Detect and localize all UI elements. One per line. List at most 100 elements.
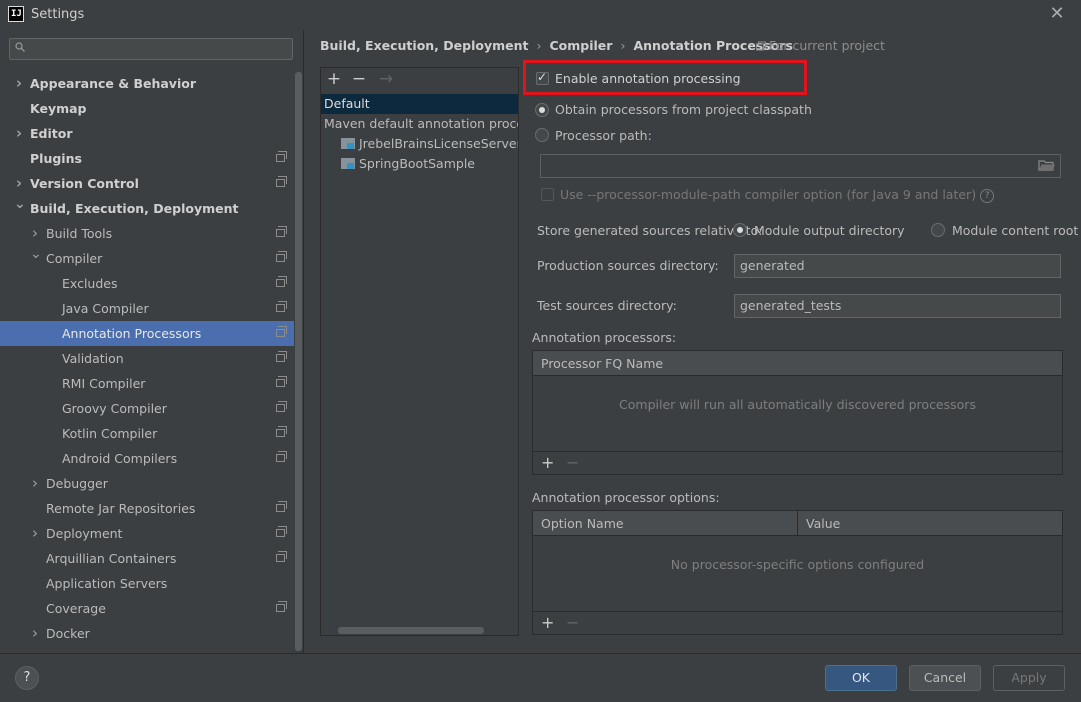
- help-button[interactable]: ?: [15, 666, 39, 690]
- test-sources-input[interactable]: generated_tests: [734, 294, 1061, 318]
- processor-path-label[interactable]: Processor path:: [555, 128, 652, 143]
- apply-button[interactable]: Apply: [993, 665, 1065, 691]
- profile-item-label: SpringBootSample: [359, 156, 475, 171]
- sidebar-item[interactable]: Annotation Processors: [0, 321, 294, 346]
- test-sources-label: Test sources directory:: [537, 298, 677, 313]
- processor-path-field[interactable]: [540, 154, 1061, 178]
- module-output-directory-radio[interactable]: [733, 223, 747, 237]
- remove-processor-button[interactable]: −: [566, 453, 579, 472]
- browse-folder-icon[interactable]: [1038, 158, 1056, 172]
- sidebar-item[interactable]: › Deployment: [0, 521, 294, 546]
- sidebar-item-label: Build Tools: [46, 226, 113, 241]
- remove-profile-button[interactable]: −: [350, 69, 368, 89]
- sidebar-item-label: Plugins: [30, 151, 82, 166]
- sidebar-item-label: Debugger: [46, 476, 108, 491]
- module-folder-icon: [341, 138, 355, 149]
- breadcrumb-separator: ›: [620, 38, 626, 53]
- help-icon[interactable]: ?: [980, 189, 995, 203]
- profiles-horizontal-scrollbar[interactable]: [338, 627, 484, 634]
- profile-item[interactable]: JrebelBrainsLicenseServerforJava: [321, 134, 518, 154]
- processor-path-radio[interactable]: [535, 128, 549, 142]
- window-title: Settings: [31, 7, 85, 22]
- profile-item[interactable]: Default: [321, 94, 518, 114]
- sidebar-item[interactable]: › Docker: [0, 621, 294, 646]
- processor-fq-name-header[interactable]: Processor FQ Name: [533, 351, 1062, 376]
- sidebar-item[interactable]: › Debugger: [0, 471, 294, 496]
- project-level-icon: [276, 401, 287, 412]
- search-input[interactable]: [9, 38, 293, 60]
- value-header[interactable]: Value: [798, 511, 1062, 536]
- sidebar-item-label: Deployment: [46, 526, 123, 541]
- module-output-directory-label[interactable]: Module output directory: [754, 223, 905, 238]
- production-sources-label: Production sources directory:: [537, 258, 719, 273]
- sidebar-item[interactable]: Arquillian Containers: [0, 546, 294, 571]
- store-generated-label: Store generated sources relative to:: [537, 223, 763, 238]
- sidebar-item[interactable]: Android Compilers: [0, 446, 294, 471]
- processor-options-title: Annotation processor options:: [532, 490, 720, 505]
- chevron-right-icon[interactable]: ›: [30, 471, 40, 496]
- sidebar-item[interactable]: Java Compiler: [0, 296, 294, 321]
- profile-item[interactable]: Maven default annotation processors prof…: [321, 114, 518, 134]
- processor-options-empty-text: No processor-specific options configured: [670, 557, 925, 572]
- annotation-processors-toolbar: + −: [533, 451, 1062, 475]
- obtain-from-classpath-radio[interactable]: [535, 103, 549, 117]
- annotation-processors-empty-text: Compiler will run all automatically disc…: [619, 397, 976, 412]
- project-level-icon: [276, 526, 287, 537]
- close-icon[interactable]: ✕: [1047, 3, 1067, 24]
- add-processor-button[interactable]: +: [541, 453, 554, 472]
- obtain-from-classpath-label[interactable]: Obtain processors from project classpath: [555, 102, 812, 117]
- chevron-right-icon[interactable]: ›: [14, 121, 24, 146]
- sidebar-item-label: Remote Jar Repositories: [46, 501, 196, 516]
- project-level-icon: [276, 226, 287, 237]
- sidebar-item-label: Coverage: [46, 601, 106, 616]
- production-sources-input[interactable]: generated: [734, 254, 1061, 278]
- project-level-icon: [276, 426, 287, 437]
- module-path-checkbox[interactable]: [541, 188, 554, 201]
- search-icon: [15, 42, 25, 52]
- sidebar-item-label: Editor: [30, 126, 73, 141]
- chevron-down-icon[interactable]: ⌄: [30, 242, 42, 267]
- sidebar-item-label: Keymap: [30, 101, 87, 116]
- sidebar-item[interactable]: ⌄ Build, Execution, Deployment: [0, 196, 294, 221]
- module-content-root-radio[interactable]: [931, 223, 945, 237]
- add-option-button[interactable]: +: [541, 613, 554, 632]
- sidebar-item[interactable]: › Version Control: [0, 171, 294, 196]
- profile-item[interactable]: SpringBootSample: [321, 154, 518, 174]
- chevron-right-icon[interactable]: ›: [30, 621, 40, 646]
- chevron-right-icon[interactable]: ›: [14, 71, 24, 96]
- chevron-down-icon[interactable]: ⌄: [14, 192, 26, 217]
- option-name-header[interactable]: Option Name: [533, 511, 798, 536]
- breadcrumb: Build, Execution, Deployment › Compiler › An…: [320, 38, 793, 53]
- sidebar-item-label: Build, Execution, Deployment: [30, 201, 239, 216]
- sidebar-item[interactable]: › Build Tools: [0, 221, 294, 246]
- sidebar-item[interactable]: Groovy Compiler: [0, 396, 294, 421]
- sidebar-item[interactable]: › Editor: [0, 121, 294, 146]
- sidebar-item[interactable]: RMI Compiler: [0, 371, 294, 396]
- cancel-button[interactable]: Cancel: [909, 665, 981, 691]
- enable-annotation-processing-label[interactable]: Enable annotation processing: [555, 71, 741, 86]
- project-level-icon: [276, 301, 287, 312]
- sidebar-item[interactable]: Plugins: [0, 146, 294, 171]
- ok-button[interactable]: OK: [825, 665, 897, 691]
- sidebar-scrollbar[interactable]: [295, 72, 302, 651]
- module-content-root-label[interactable]: Module content root: [952, 223, 1078, 238]
- sidebar-item[interactable]: Kotlin Compiler: [0, 421, 294, 446]
- breadcrumb-item: Build, Execution, Deployment: [320, 38, 529, 53]
- sidebar-item[interactable]: Validation: [0, 346, 294, 371]
- sidebar-item[interactable]: Keymap: [0, 96, 294, 121]
- enable-annotation-processing-checkbox[interactable]: [536, 70, 549, 85]
- sidebar-item[interactable]: Application Servers: [0, 571, 294, 596]
- chevron-right-icon[interactable]: ›: [30, 521, 40, 546]
- sidebar-item[interactable]: › Appearance & Behavior: [0, 71, 294, 96]
- sidebar-item[interactable]: Excludes: [0, 271, 294, 296]
- profile-item-label: Maven default annotation processors prof…: [324, 116, 518, 131]
- remove-option-button[interactable]: −: [566, 613, 579, 632]
- sidebar-item[interactable]: Remote Jar Repositories: [0, 496, 294, 521]
- sidebar-item[interactable]: ⌄ Compiler: [0, 246, 294, 271]
- project-level-icon: [276, 326, 287, 337]
- add-profile-button[interactable]: +: [325, 69, 343, 89]
- move-profile-button[interactable]: →: [377, 69, 395, 89]
- sidebar-item-label: Java Compiler: [62, 301, 149, 316]
- module-path-option[interactable]: Use --processor-module-path compiler opt…: [560, 187, 995, 203]
- sidebar-item[interactable]: Coverage: [0, 596, 294, 621]
